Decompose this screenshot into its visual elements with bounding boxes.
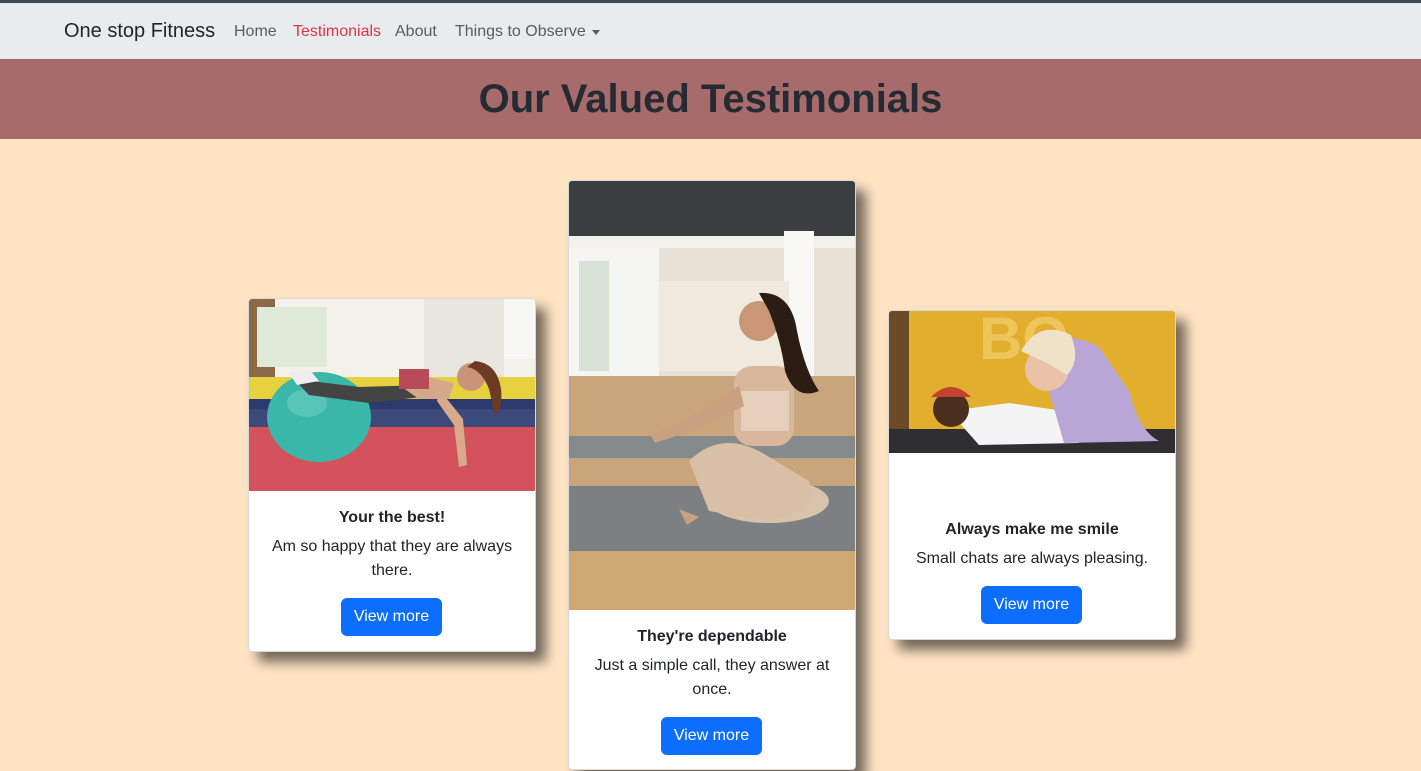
card-text: Small chats are always pleasing. (915, 550, 1149, 567)
card-image-pushup (249, 299, 535, 491)
nav-link-about[interactable]: About (395, 23, 437, 41)
brand-logo-text[interactable]: One stop Fitness (64, 20, 215, 43)
testimonial-card-1: Your the best! Am so happy that they are… (248, 298, 536, 652)
card-title: They're dependable (637, 628, 787, 645)
caret-down-icon[interactable] (592, 30, 600, 35)
nav-link-home[interactable]: Home (234, 23, 277, 41)
card-title: Always make me smile (945, 521, 1119, 538)
page-title: Our Valued Testimonials (478, 77, 943, 121)
testimonial-card-2: They're dependable Just a simple call, t… (568, 180, 856, 770)
card-text: Am so happy that they are always there. (271, 538, 513, 579)
view-more-button[interactable]: View more (661, 717, 762, 755)
card-image-yoga (569, 181, 855, 610)
card-title: Your the best! (338, 509, 446, 526)
testimonial-card-3: BO Always make me smile Small chats are … (888, 310, 1176, 640)
card-image-plank: BO (889, 311, 1175, 453)
view-more-button[interactable]: View more (981, 586, 1082, 624)
view-more-button[interactable]: View more (341, 598, 442, 636)
hero-banner: Our Valued Testimonials (0, 59, 1421, 139)
nav-dropdown-things-to-observe[interactable]: Things to Observe (455, 23, 586, 41)
nav-link-testimonials[interactable]: Testimonials (293, 23, 381, 41)
navbar: One stop Fitness Home Testimonials About… (0, 3, 1421, 59)
card-text: Just a simple call, they answer at once. (594, 657, 830, 698)
